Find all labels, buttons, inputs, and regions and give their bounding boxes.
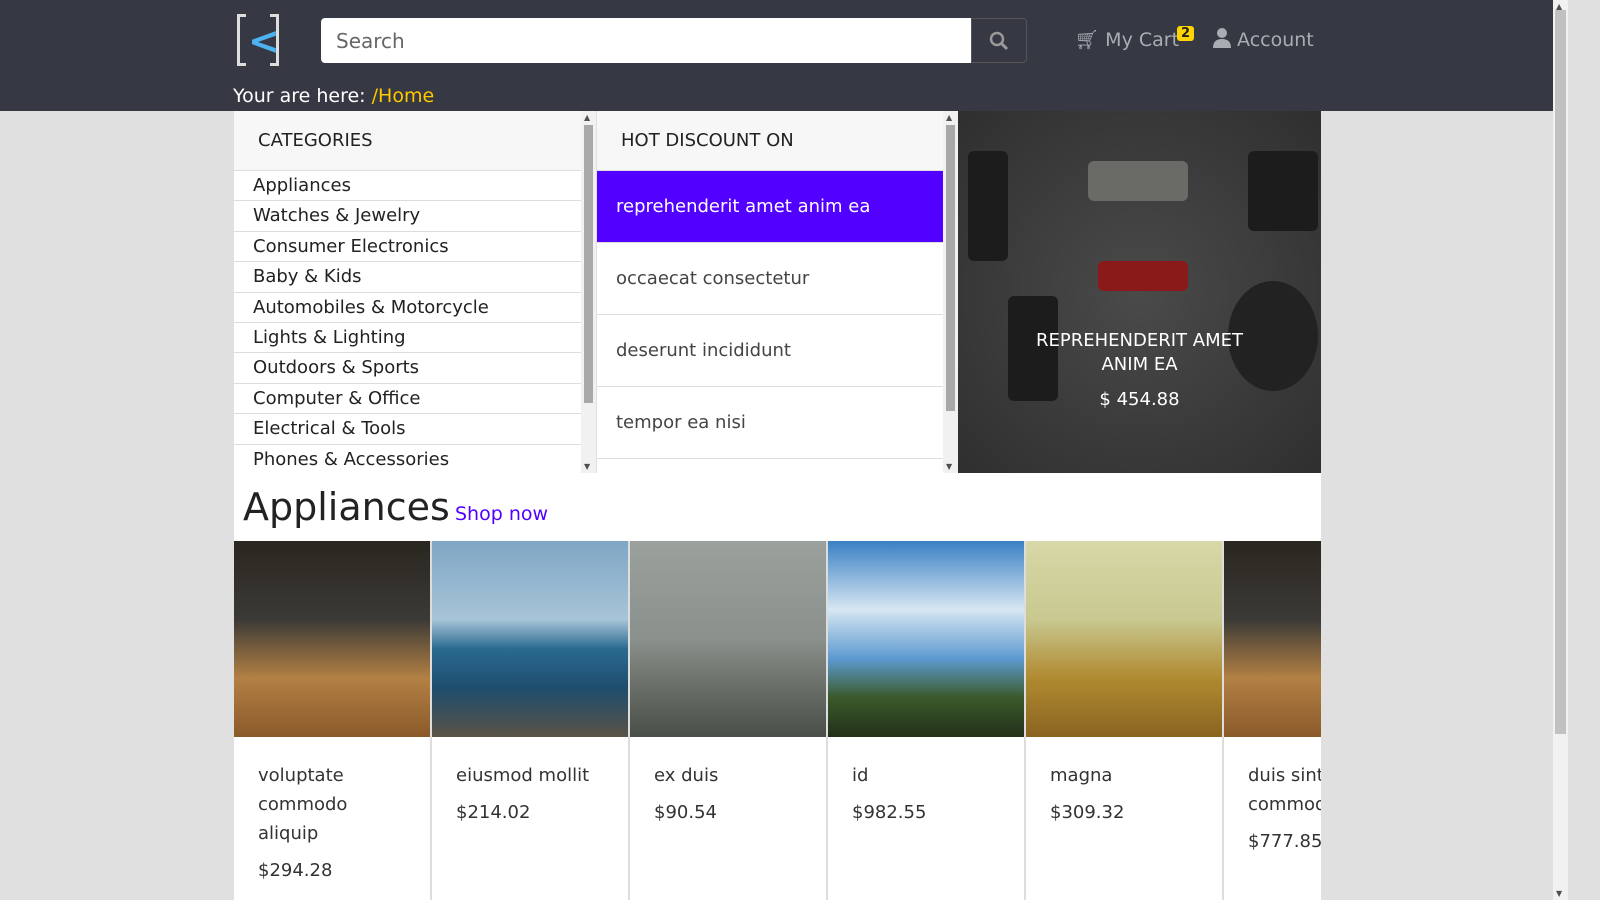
category-item[interactable]: Phones & Accessories xyxy=(234,445,581,473)
category-item[interactable]: Automobiles & Motorcycle xyxy=(234,293,581,323)
category-item[interactable]: Watches & Jewelry xyxy=(234,201,581,232)
product-name: eiusmod mollit xyxy=(456,765,590,786)
category-item[interactable]: Outdoors & Sports xyxy=(234,353,581,384)
search-placeholder: Search xyxy=(336,28,405,53)
featured-banner[interactable]: REPREHENDERIT AMET ANIM EA $ 454.88 xyxy=(958,111,1321,473)
hot-discount-title: HOT DISCOUNT ON xyxy=(597,111,943,171)
search-input[interactable]: Search xyxy=(321,18,972,63)
product-card[interactable]: id $982.55 xyxy=(828,541,1024,900)
product-card[interactable]: duis sint commodo $777.85 xyxy=(1224,541,1321,900)
product-card[interactable]: ex duis $90.54 xyxy=(630,541,826,900)
product-image[interactable] xyxy=(1224,541,1321,737)
hot-discount-item[interactable]: reprehenderit amet anim ea xyxy=(597,171,943,243)
category-item[interactable]: Lights & Lighting xyxy=(234,323,581,354)
hot-discount-item[interactable]: occaecat consectetur xyxy=(597,243,943,315)
categories-panel: CATEGORIES Appliances Watches & Jewelry Co… xyxy=(234,111,581,473)
product-image[interactable] xyxy=(432,541,628,737)
cart-icon: 🛒︎ xyxy=(1075,29,1100,51)
category-item[interactable]: Consumer Electronics xyxy=(234,232,581,263)
product-card[interactable]: voluptate commodo aliquip $294.28 xyxy=(234,541,430,900)
cart-label: My Cart xyxy=(1105,29,1180,51)
hot-discount-item[interactable]: deserunt incididunt xyxy=(597,315,943,387)
categories-title: CATEGORIES xyxy=(234,111,581,171)
header: < Search 🛒︎ My Cart 2 Account Your are h… xyxy=(0,0,1553,111)
hot-discount-panel: HOT DISCOUNT ON reprehenderit amet anim … xyxy=(597,111,943,473)
categories-scrollbar[interactable]: ▲ ▼ xyxy=(581,111,596,473)
category-item[interactable]: Computer & Office xyxy=(234,384,581,415)
account-label: Account xyxy=(1237,29,1314,51)
product-price: $982.55 xyxy=(852,802,927,823)
product-price: $309.32 xyxy=(1050,802,1125,823)
product-name: voluptate commodo aliquip xyxy=(258,765,348,844)
product-price: $294.28 xyxy=(258,860,333,881)
user-icon xyxy=(1213,28,1231,48)
banner-title: REPREHENDERIT AMET ANIM EA xyxy=(1036,330,1243,375)
section-title: Appliances xyxy=(243,485,450,529)
product-price: $90.54 xyxy=(654,802,717,823)
product-image[interactable] xyxy=(630,541,826,737)
search-icon xyxy=(989,31,1009,50)
category-item[interactable]: Baby & Kids xyxy=(234,262,581,293)
cart-count-badge: 2 xyxy=(1177,26,1195,41)
breadcrumb: Your are here: /Home xyxy=(233,85,434,107)
category-item[interactable]: Appliances xyxy=(234,171,581,202)
product-name: magna xyxy=(1050,765,1113,786)
product-name: id xyxy=(852,765,869,786)
product-price: $777.85 xyxy=(1248,831,1321,852)
product-image[interactable] xyxy=(1026,541,1222,737)
breadcrumb-prefix: Your are here: xyxy=(233,85,366,107)
product-image[interactable] xyxy=(828,541,1024,737)
logo[interactable]: < xyxy=(237,14,280,66)
shop-now-link[interactable]: Shop now xyxy=(455,503,548,525)
breadcrumb-home[interactable]: /Home xyxy=(372,85,435,107)
appliances-section: Appliances Shop now voluptate commodo al… xyxy=(234,473,1321,900)
cart-link[interactable]: 🛒︎ My Cart xyxy=(1075,28,1179,51)
search-button[interactable] xyxy=(971,18,1027,63)
product-name: duis sint commodo xyxy=(1248,765,1321,815)
account-link[interactable]: Account xyxy=(1213,28,1314,51)
banner-price: $ 454.88 xyxy=(1099,389,1180,410)
category-item[interactable]: Electrical & Tools xyxy=(234,414,581,445)
product-card[interactable]: magna $309.32 xyxy=(1026,541,1222,900)
product-card[interactable]: eiusmod mollit $214.02 xyxy=(432,541,628,900)
product-price: $214.02 xyxy=(456,802,531,823)
product-name: ex duis xyxy=(654,765,719,786)
product-image[interactable] xyxy=(234,541,430,737)
page-scrollbar[interactable]: ▲ ▼ xyxy=(1553,0,1568,900)
hot-discount-item[interactable]: tempor ea nisi xyxy=(597,387,943,459)
hot-discount-scrollbar[interactable]: ▲ ▼ xyxy=(943,111,958,473)
